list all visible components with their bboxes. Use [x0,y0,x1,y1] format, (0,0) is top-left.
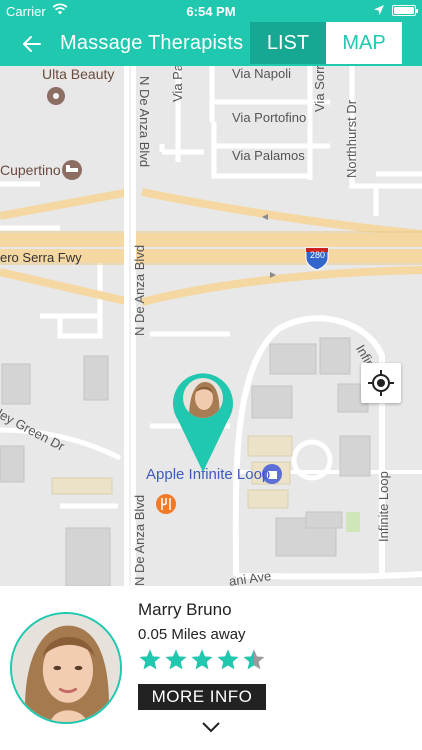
map-label-via-pa: Via Pa [170,66,185,102]
map-label-via-palamos: Via Palamos [232,148,305,163]
map-label-infinite-loop: Infinite Loop [376,471,391,542]
locate-me-button[interactable] [361,363,401,403]
battery-icon [392,5,418,16]
tab-list[interactable]: LIST [250,22,326,64]
map-label-via-portofino: Via Portofino [232,110,307,125]
map-label-de-anza-bottom: N De Anza Blvd [132,494,147,586]
chevron-down-icon[interactable] [200,720,222,734]
star-icon [139,649,161,670]
status-bar: Carrier 6:54 PM [0,0,422,22]
map-view[interactable]: Ulta Beauty Cupertino ero Serra Fwy 280 … [0,66,422,586]
page-title: Massage Therapists [60,32,244,54]
map-label-ulta: Ulta Beauty [42,66,115,82]
app-header: Carrier 6:54 PM Massage Therapists LIST … [0,0,422,66]
therapist-distance: 0.05 Miles away [138,626,246,643]
map-label-freeway: ero Serra Fwy [0,250,82,265]
crosshair-locate-icon [368,370,394,396]
map-label-cupertino: Cupertino [0,162,61,178]
map-label-northhurst: Northhurst Dr [344,99,359,178]
more-info-button[interactable]: MORE INFO [138,684,266,710]
therapist-name: Marry Bruno [138,600,232,619]
map-label-de-anza-mid: N De Anza Blvd [132,244,147,336]
therapist-map-pin[interactable] [170,368,236,474]
star-icon [191,649,213,670]
avatar[interactable] [10,612,122,724]
pin-avatar [183,378,223,418]
clock: 6:54 PM [186,4,236,19]
therapist-card[interactable]: Marry Bruno 0.05 Miles away MORE INFO [0,586,422,750]
map-label-de-anza-top: N De Anza Blvd [137,76,152,168]
star-icon [165,649,187,670]
star-icon [217,649,239,670]
map-label-via-sorrento: Via Sorrent [312,66,327,112]
back-arrow-icon[interactable] [16,30,46,58]
nav-bar: Massage Therapists LIST MAP [0,22,422,66]
map-label-highway-number: 280 [310,250,326,260]
map-label-via-napoli: Via Napoli [232,66,292,81]
location-arrow-icon [374,5,384,15]
rating-stars [138,648,266,674]
star-icon [243,649,265,670]
tab-map[interactable]: MAP [326,22,402,64]
